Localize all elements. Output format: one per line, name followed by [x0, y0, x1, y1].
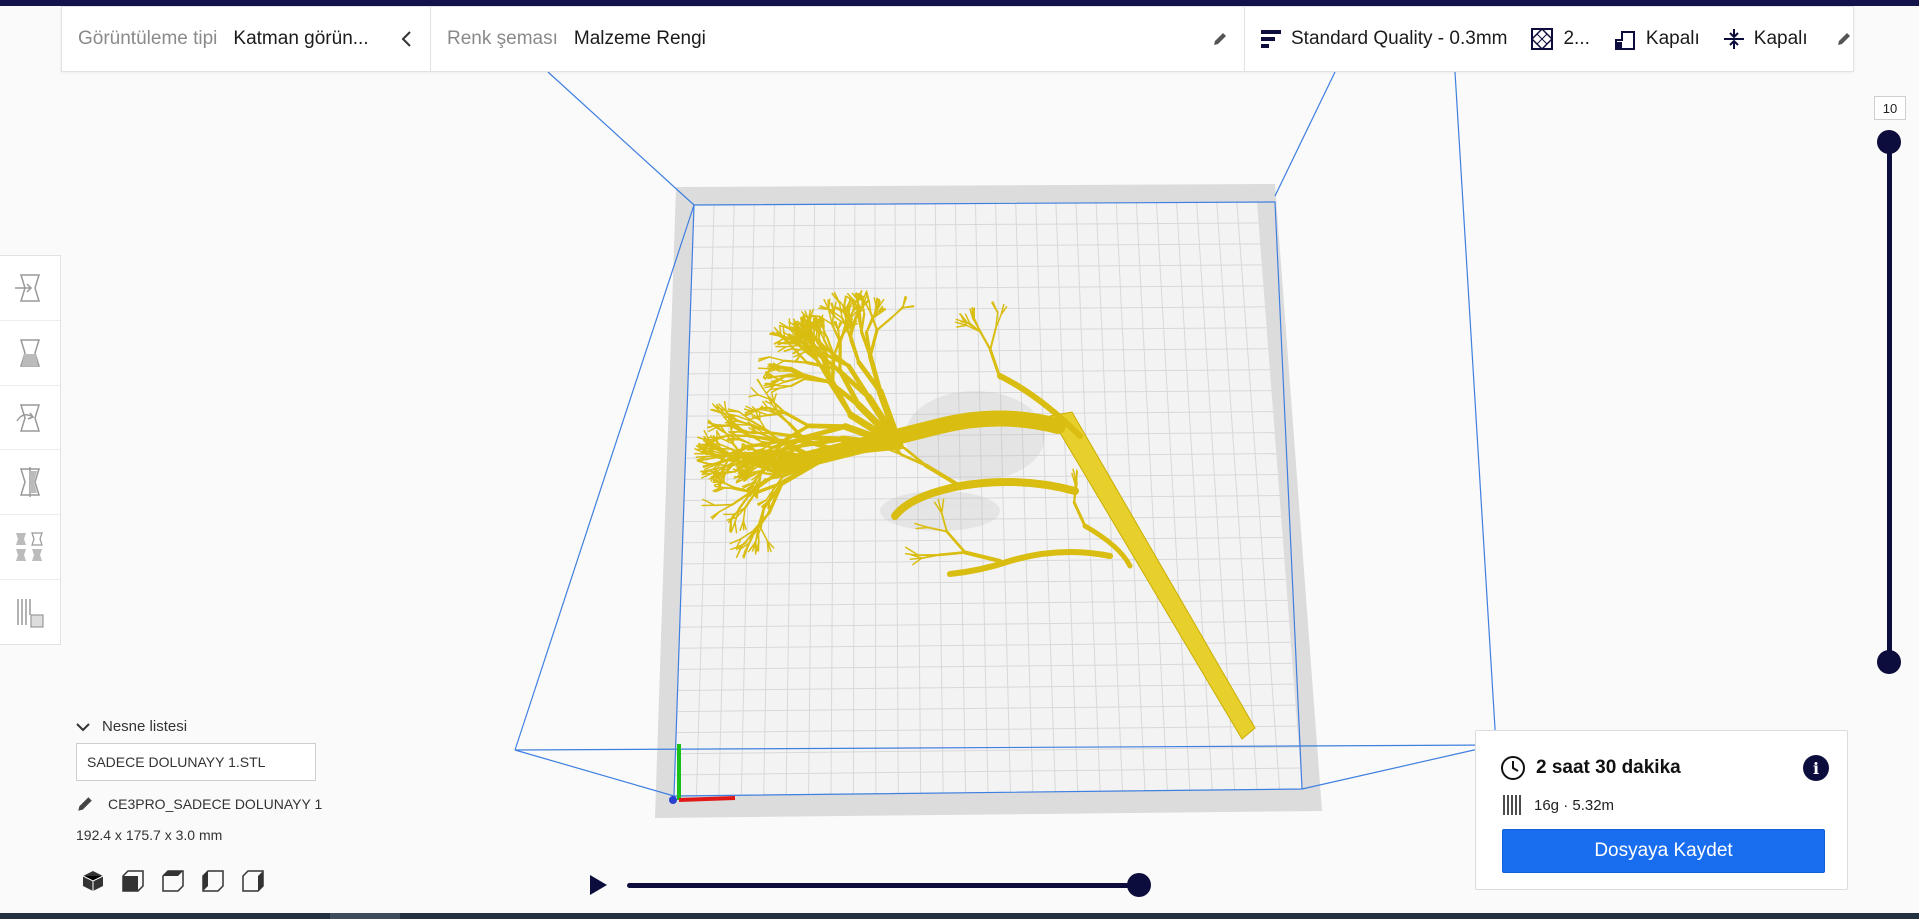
layer-number-input[interactable]: 10	[1874, 96, 1906, 120]
object-file-item[interactable]: SADECE DOLUNAYY 1.STL	[76, 743, 316, 781]
origin	[669, 796, 677, 804]
clock-icon	[1501, 756, 1525, 780]
right-view-button[interactable]	[240, 868, 266, 894]
chevron-left-icon[interactable]	[400, 30, 412, 48]
tool-panel	[0, 255, 61, 645]
per-model-settings-icon	[16, 532, 43, 562]
filament-icon	[1503, 795, 1521, 815]
adhesion-value: Kapalı	[1753, 28, 1808, 49]
x-axis	[678, 796, 736, 802]
pencil-icon	[78, 797, 92, 811]
info-icon[interactable]: i	[1803, 755, 1829, 781]
color-scheme-section[interactable]: Renk şeması Malzeme Rengi	[431, 7, 1245, 71]
adhesion-icon	[1723, 28, 1744, 50]
view-type-value[interactable]: Katman görün...	[233, 28, 368, 50]
rotate-icon	[16, 403, 41, 432]
chevron-down-icon	[76, 722, 90, 731]
support-blocker-button[interactable]	[0, 580, 60, 644]
material-row: 16g · 5.32m	[1502, 793, 1614, 817]
taskbar-accent	[330, 913, 400, 919]
save-to-file-button[interactable]: Dosyaya Kaydet	[1502, 829, 1825, 873]
job-name: CE3PRO_SADECE DOLUNAYY 1	[108, 796, 323, 812]
profile-value: Standard Quality - 0.3mm	[1291, 28, 1508, 49]
color-scheme-label: Renk şeması	[447, 28, 558, 49]
view-type-section[interactable]: Görüntüleme tipi Katman görün...	[62, 7, 431, 71]
camera-view-buttons	[80, 868, 266, 894]
support-value: Kapalı	[1645, 28, 1700, 49]
material-usage: 16g · 5.32m	[1534, 796, 1615, 814]
print-time: 2 saat 30 dakika	[1536, 757, 1681, 778]
profile-icon	[1261, 30, 1281, 48]
rotate-tool-button[interactable]	[0, 386, 60, 451]
scale-tool-button[interactable]	[0, 321, 60, 386]
move-icon	[15, 274, 41, 302]
layer-slider-track[interactable]	[1887, 138, 1892, 658]
mirror-icon	[19, 467, 41, 498]
left-view-button[interactable]	[200, 868, 226, 894]
left-view-icon	[202, 870, 224, 892]
3d-view-button[interactable]	[80, 868, 106, 894]
print-settings-section[interactable]: Standard Quality - 0.3mm 2... Kapalı Kap…	[1245, 7, 1853, 71]
job-name-row[interactable]: CE3PRO_SADECE DOLUNAYY 1	[76, 795, 322, 813]
play-icon[interactable]	[585, 872, 611, 898]
support-item[interactable]: Kapalı	[1614, 28, 1700, 50]
adhesion-item[interactable]: Kapalı	[1723, 28, 1808, 50]
front-view-button[interactable]	[120, 868, 146, 894]
layer-slider[interactable]: 10	[1862, 96, 1918, 676]
print-info-panel: 2 saat 30 dakika i 16g · 5.32m Dosyaya K…	[1475, 730, 1848, 890]
per-model-settings-button[interactable]	[0, 515, 60, 581]
move-tool-button[interactable]	[0, 256, 60, 321]
support-icon	[1614, 28, 1636, 50]
object-list-toggle[interactable]: Nesne listesi	[76, 718, 322, 735]
layer-slider-top-handle[interactable]	[1877, 130, 1901, 154]
timeline-track[interactable]	[627, 883, 1139, 888]
window-bottom-strip	[0, 913, 1919, 919]
support-blocker-icon	[17, 599, 44, 628]
layer-slider-bottom-handle[interactable]	[1877, 650, 1901, 674]
mirror-tool-button[interactable]	[0, 450, 60, 516]
front-view-icon	[122, 870, 144, 892]
view-type-label: Görüntüleme tipi	[78, 28, 218, 49]
infill-icon	[1531, 28, 1554, 50]
3d-view-icon	[82, 871, 104, 891]
object-list-label: Nesne listesi	[102, 718, 188, 735]
model-dimensions: 192.4 x 175.7 x 3.0 mm	[76, 827, 223, 843]
object-list-panel: Nesne listesi SADECE DOLUNAYY 1.STL CE3P…	[76, 718, 322, 843]
timeline-handle[interactable]	[1127, 873, 1151, 897]
infill-item[interactable]: 2...	[1531, 28, 1590, 50]
right-view-icon	[242, 870, 264, 892]
color-scheme-value[interactable]: Malzeme Rengi	[574, 28, 706, 50]
top-view-button[interactable]	[160, 868, 186, 894]
view-settings-header: Görüntüleme tipi Katman görün... Renk şe…	[61, 6, 1854, 72]
pencil-icon[interactable]	[1212, 31, 1228, 47]
top-view-icon	[162, 870, 184, 892]
print-time-row: 2 saat 30 dakika	[1500, 755, 1681, 781]
simulation-timeline	[585, 870, 1165, 900]
infill-value: 2...	[1563, 28, 1590, 49]
pencil-icon[interactable]	[1836, 31, 1852, 47]
profile-item[interactable]: Standard Quality - 0.3mm	[1261, 28, 1507, 50]
scale-icon	[19, 338, 41, 367]
